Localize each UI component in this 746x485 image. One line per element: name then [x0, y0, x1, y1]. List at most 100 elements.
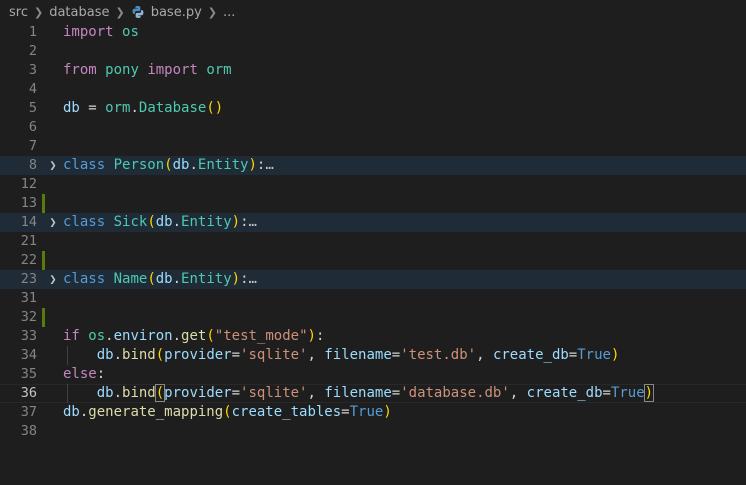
code-line[interactable]: 1 import os — [0, 23, 746, 42]
code-token: ) — [231, 214, 241, 230]
code-token: ( — [147, 271, 156, 287]
code-line[interactable]: 12 — [0, 175, 746, 194]
code-text: db.bind(provider='sqlite', filename='tes… — [63, 346, 620, 365]
code-token: , — [307, 385, 325, 401]
code-token: provider — [164, 385, 232, 401]
code-text: import os — [63, 23, 139, 42]
code-line[interactable]: 4 — [0, 80, 746, 99]
code-token: … — [248, 214, 257, 230]
code-token: ) — [643, 384, 655, 402]
code-token: . — [172, 271, 182, 287]
code-token: … — [248, 271, 257, 287]
code-line[interactable]: 21 — [0, 232, 746, 251]
code-token: () — [206, 100, 224, 116]
code-token: , — [476, 347, 493, 363]
code-text: if os.environ.get("test_mode"): — [63, 327, 324, 346]
code-token: : — [240, 214, 249, 230]
code-token: from — [63, 62, 97, 78]
code-token: create_db — [526, 385, 603, 401]
chevron-right-icon[interactable]: ❯ — [47, 213, 59, 232]
code-token: provider — [164, 347, 232, 363]
code-token: ) — [248, 157, 257, 173]
code-line[interactable]: 2 — [0, 42, 746, 61]
git-added-marker — [42, 308, 45, 327]
chevron-right-icon[interactable]: ❯ — [47, 270, 59, 289]
code-token: ( — [206, 328, 215, 344]
code-token: pony — [105, 62, 139, 78]
code-token: db — [172, 157, 190, 173]
code-line[interactable]: 3 from pony import orm — [0, 61, 746, 80]
line-number: 7 — [28, 138, 37, 154]
code-line[interactable]: 5 db = orm.Database() — [0, 99, 746, 118]
code-text: db.bind(provider='sqlite', filename='dat… — [63, 384, 655, 403]
code-line[interactable]: 32 — [0, 308, 746, 327]
code-token: db — [96, 347, 114, 363]
breadcrumb-database[interactable]: database — [49, 5, 109, 20]
code-token: import — [147, 62, 198, 78]
code-token: = — [79, 100, 106, 116]
code-token: db — [96, 385, 114, 401]
code-token: class — [63, 214, 106, 230]
code-token: environ — [113, 328, 173, 344]
line-number: 34 — [20, 347, 37, 363]
code-line[interactable]: 34 db.bind(provider='sqlite', filename='… — [0, 346, 746, 365]
line-number: 37 — [20, 404, 37, 420]
code-line[interactable]: 6 — [0, 118, 746, 137]
code-token: ) — [307, 328, 316, 344]
code-line[interactable]: 23 ❯ class Name(db.Entity):… — [0, 270, 746, 289]
code-token: 'database.db' — [400, 385, 510, 401]
code-line[interactable]: 35 else: — [0, 365, 746, 384]
code-line[interactable]: 38 — [0, 422, 746, 441]
line-number: 8 — [28, 157, 37, 173]
breadcrumb-file[interactable]: base.py — [151, 5, 202, 20]
breadcrumb-src[interactable]: src — [9, 5, 28, 20]
code-token: . — [130, 100, 139, 116]
code-token: os — [122, 24, 139, 40]
line-number: 36 — [20, 385, 37, 401]
code-token: ( — [223, 404, 232, 420]
code-token: "test_mode" — [214, 328, 308, 344]
code-token: import — [63, 24, 114, 40]
code-token: orm — [105, 100, 131, 116]
code-token: ( — [154, 384, 166, 402]
code-token: get — [181, 328, 207, 344]
code-token: generate_mapping — [88, 404, 224, 420]
code-token: ) — [383, 404, 392, 420]
code-token: . — [113, 347, 123, 363]
line-number: 12 — [20, 176, 37, 192]
code-line[interactable]: 14 ❯ class Sick(db.Entity):… — [0, 213, 746, 232]
code-token: = — [231, 385, 241, 401]
code-line[interactable]: 8 ❯ class Person(db.Entity):… — [0, 156, 746, 175]
code-token: Sick — [113, 214, 148, 230]
code-token: True — [577, 347, 611, 363]
code-line[interactable]: 22 — [0, 251, 746, 270]
line-number: 1 — [28, 24, 37, 40]
chevron-right-icon[interactable]: ❯ — [47, 156, 59, 175]
code-line[interactable]: 36 db.bind(provider='sqlite', filename='… — [0, 384, 746, 403]
code-line[interactable]: 13 — [0, 194, 746, 213]
code-token: class — [63, 271, 106, 287]
line-number: 21 — [20, 233, 37, 249]
git-added-marker — [42, 194, 45, 213]
code-token: . — [172, 328, 182, 344]
breadcrumb-symbols[interactable]: ... — [223, 5, 235, 20]
code-token: = — [391, 347, 401, 363]
breadcrumb: src ❯ database ❯ base.py ❯ ... — [0, 0, 746, 24]
code-line[interactable]: 37 db.generate_mapping(create_tables=True… — [0, 403, 746, 422]
code-token: … — [265, 157, 274, 173]
code-editor[interactable]: 1 import os 2 3 from pony import orm 4 5 db = o… — [0, 23, 746, 441]
code-text: class Person(db.Entity):… — [63, 156, 274, 175]
code-text: db.generate_mapping(create_tables=True) — [63, 403, 392, 422]
line-number: 14 — [20, 214, 37, 230]
code-line[interactable]: 31 — [0, 289, 746, 308]
line-number: 38 — [20, 423, 37, 439]
code-line[interactable]: 7 — [0, 137, 746, 156]
line-number: 31 — [20, 290, 37, 306]
code-token: orm — [206, 62, 232, 78]
code-line[interactable]: 33 if os.environ.get("test_mode"): — [0, 327, 746, 346]
